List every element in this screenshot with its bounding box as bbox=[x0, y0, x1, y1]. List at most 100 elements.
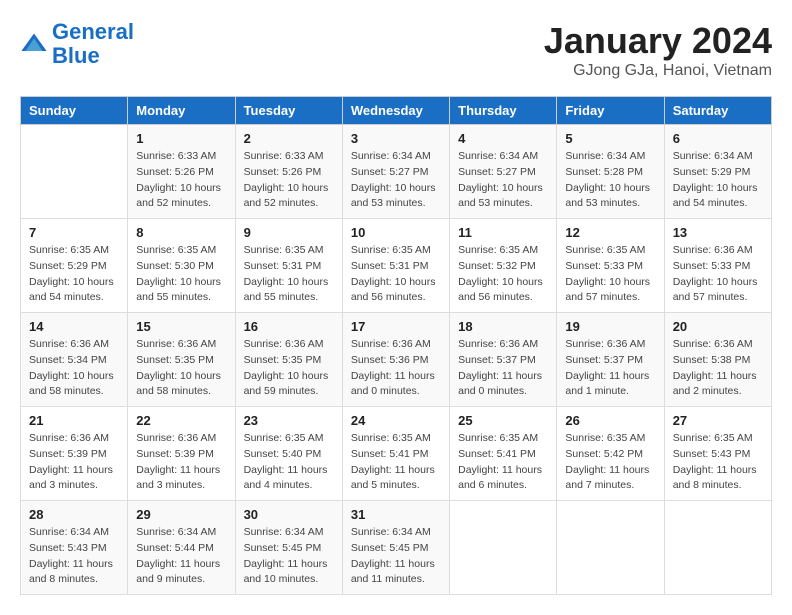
day-number: 12 bbox=[565, 225, 655, 240]
day-info: Sunrise: 6:34 AMSunset: 5:27 PMDaylight:… bbox=[458, 149, 548, 212]
calendar-table: Sunday Monday Tuesday Wednesday Thursday… bbox=[20, 96, 772, 595]
calendar-cell: 2 Sunrise: 6:33 AMSunset: 5:26 PMDayligh… bbox=[235, 125, 342, 219]
day-number: 16 bbox=[244, 319, 334, 334]
calendar-cell: 18 Sunrise: 6:36 AMSunset: 5:37 PMDaylig… bbox=[450, 313, 557, 407]
day-info: Sunrise: 6:34 AMSunset: 5:27 PMDaylight:… bbox=[351, 149, 441, 212]
header-monday: Monday bbox=[128, 97, 235, 125]
calendar-cell: 26 Sunrise: 6:35 AMSunset: 5:42 PMDaylig… bbox=[557, 407, 664, 501]
logo-icon bbox=[20, 30, 48, 58]
day-info: Sunrise: 6:34 AMSunset: 5:28 PMDaylight:… bbox=[565, 149, 655, 212]
calendar-week-row: 1 Sunrise: 6:33 AMSunset: 5:26 PMDayligh… bbox=[21, 125, 772, 219]
calendar-cell bbox=[557, 501, 664, 595]
calendar-cell: 15 Sunrise: 6:36 AMSunset: 5:35 PMDaylig… bbox=[128, 313, 235, 407]
page-header: General Blue January 2024 GJong GJa, Han… bbox=[20, 20, 772, 80]
day-number: 17 bbox=[351, 319, 441, 334]
day-number: 5 bbox=[565, 131, 655, 146]
calendar-cell bbox=[21, 125, 128, 219]
calendar-subtitle: GJong GJa, Hanoi, Vietnam bbox=[544, 62, 772, 80]
day-number: 4 bbox=[458, 131, 548, 146]
day-info: Sunrise: 6:35 AMSunset: 5:30 PMDaylight:… bbox=[136, 243, 226, 306]
calendar-week-row: 14 Sunrise: 6:36 AMSunset: 5:34 PMDaylig… bbox=[21, 313, 772, 407]
calendar-title: January 2024 bbox=[544, 20, 772, 62]
header-thursday: Thursday bbox=[450, 97, 557, 125]
day-number: 15 bbox=[136, 319, 226, 334]
day-info: Sunrise: 6:33 AMSunset: 5:26 PMDaylight:… bbox=[244, 149, 334, 212]
day-info: Sunrise: 6:34 AMSunset: 5:44 PMDaylight:… bbox=[136, 525, 226, 588]
logo: General Blue bbox=[20, 20, 134, 68]
calendar-cell: 24 Sunrise: 6:35 AMSunset: 5:41 PMDaylig… bbox=[342, 407, 449, 501]
calendar-cell: 25 Sunrise: 6:35 AMSunset: 5:41 PMDaylig… bbox=[450, 407, 557, 501]
day-number: 14 bbox=[29, 319, 119, 334]
day-info: Sunrise: 6:36 AMSunset: 5:38 PMDaylight:… bbox=[673, 337, 763, 400]
calendar-cell: 12 Sunrise: 6:35 AMSunset: 5:33 PMDaylig… bbox=[557, 219, 664, 313]
calendar-cell: 10 Sunrise: 6:35 AMSunset: 5:31 PMDaylig… bbox=[342, 219, 449, 313]
day-number: 6 bbox=[673, 131, 763, 146]
calendar-cell: 1 Sunrise: 6:33 AMSunset: 5:26 PMDayligh… bbox=[128, 125, 235, 219]
day-number: 10 bbox=[351, 225, 441, 240]
calendar-cell: 13 Sunrise: 6:36 AMSunset: 5:33 PMDaylig… bbox=[664, 219, 771, 313]
header-tuesday: Tuesday bbox=[235, 97, 342, 125]
day-number: 11 bbox=[458, 225, 548, 240]
calendar-cell: 9 Sunrise: 6:35 AMSunset: 5:31 PMDayligh… bbox=[235, 219, 342, 313]
header-saturday: Saturday bbox=[664, 97, 771, 125]
calendar-cell: 28 Sunrise: 6:34 AMSunset: 5:43 PMDaylig… bbox=[21, 501, 128, 595]
day-number: 30 bbox=[244, 507, 334, 522]
day-info: Sunrise: 6:35 AMSunset: 5:41 PMDaylight:… bbox=[351, 431, 441, 494]
day-number: 25 bbox=[458, 413, 548, 428]
day-number: 24 bbox=[351, 413, 441, 428]
calendar-cell bbox=[664, 501, 771, 595]
day-info: Sunrise: 6:35 AMSunset: 5:33 PMDaylight:… bbox=[565, 243, 655, 306]
day-info: Sunrise: 6:36 AMSunset: 5:35 PMDaylight:… bbox=[136, 337, 226, 400]
day-info: Sunrise: 6:34 AMSunset: 5:29 PMDaylight:… bbox=[673, 149, 763, 212]
day-info: Sunrise: 6:35 AMSunset: 5:43 PMDaylight:… bbox=[673, 431, 763, 494]
calendar-cell: 4 Sunrise: 6:34 AMSunset: 5:27 PMDayligh… bbox=[450, 125, 557, 219]
day-number: 9 bbox=[244, 225, 334, 240]
day-number: 31 bbox=[351, 507, 441, 522]
logo-text: General Blue bbox=[52, 20, 134, 68]
calendar-cell: 30 Sunrise: 6:34 AMSunset: 5:45 PMDaylig… bbox=[235, 501, 342, 595]
calendar-cell: 21 Sunrise: 6:36 AMSunset: 5:39 PMDaylig… bbox=[21, 407, 128, 501]
day-number: 23 bbox=[244, 413, 334, 428]
calendar-cell: 17 Sunrise: 6:36 AMSunset: 5:36 PMDaylig… bbox=[342, 313, 449, 407]
header-friday: Friday bbox=[557, 97, 664, 125]
day-info: Sunrise: 6:36 AMSunset: 5:33 PMDaylight:… bbox=[673, 243, 763, 306]
day-number: 13 bbox=[673, 225, 763, 240]
day-number: 28 bbox=[29, 507, 119, 522]
day-info: Sunrise: 6:36 AMSunset: 5:39 PMDaylight:… bbox=[136, 431, 226, 494]
day-number: 26 bbox=[565, 413, 655, 428]
calendar-cell: 16 Sunrise: 6:36 AMSunset: 5:35 PMDaylig… bbox=[235, 313, 342, 407]
calendar-week-row: 7 Sunrise: 6:35 AMSunset: 5:29 PMDayligh… bbox=[21, 219, 772, 313]
calendar-cell: 3 Sunrise: 6:34 AMSunset: 5:27 PMDayligh… bbox=[342, 125, 449, 219]
day-info: Sunrise: 6:35 AMSunset: 5:29 PMDaylight:… bbox=[29, 243, 119, 306]
day-info: Sunrise: 6:33 AMSunset: 5:26 PMDaylight:… bbox=[136, 149, 226, 212]
day-number: 21 bbox=[29, 413, 119, 428]
title-block: January 2024 GJong GJa, Hanoi, Vietnam bbox=[544, 20, 772, 80]
day-info: Sunrise: 6:35 AMSunset: 5:32 PMDaylight:… bbox=[458, 243, 548, 306]
day-number: 8 bbox=[136, 225, 226, 240]
day-number: 22 bbox=[136, 413, 226, 428]
day-info: Sunrise: 6:34 AMSunset: 5:45 PMDaylight:… bbox=[351, 525, 441, 588]
calendar-cell: 29 Sunrise: 6:34 AMSunset: 5:44 PMDaylig… bbox=[128, 501, 235, 595]
calendar-cell: 22 Sunrise: 6:36 AMSunset: 5:39 PMDaylig… bbox=[128, 407, 235, 501]
day-info: Sunrise: 6:35 AMSunset: 5:42 PMDaylight:… bbox=[565, 431, 655, 494]
calendar-cell: 27 Sunrise: 6:35 AMSunset: 5:43 PMDaylig… bbox=[664, 407, 771, 501]
day-info: Sunrise: 6:34 AMSunset: 5:43 PMDaylight:… bbox=[29, 525, 119, 588]
day-info: Sunrise: 6:35 AMSunset: 5:40 PMDaylight:… bbox=[244, 431, 334, 494]
calendar-cell: 6 Sunrise: 6:34 AMSunset: 5:29 PMDayligh… bbox=[664, 125, 771, 219]
calendar-cell: 8 Sunrise: 6:35 AMSunset: 5:30 PMDayligh… bbox=[128, 219, 235, 313]
header-row: Sunday Monday Tuesday Wednesday Thursday… bbox=[21, 97, 772, 125]
day-info: Sunrise: 6:34 AMSunset: 5:45 PMDaylight:… bbox=[244, 525, 334, 588]
calendar-cell: 14 Sunrise: 6:36 AMSunset: 5:34 PMDaylig… bbox=[21, 313, 128, 407]
day-number: 7 bbox=[29, 225, 119, 240]
day-info: Sunrise: 6:36 AMSunset: 5:35 PMDaylight:… bbox=[244, 337, 334, 400]
day-number: 19 bbox=[565, 319, 655, 334]
header-wednesday: Wednesday bbox=[342, 97, 449, 125]
day-info: Sunrise: 6:36 AMSunset: 5:34 PMDaylight:… bbox=[29, 337, 119, 400]
calendar-week-row: 21 Sunrise: 6:36 AMSunset: 5:39 PMDaylig… bbox=[21, 407, 772, 501]
day-number: 2 bbox=[244, 131, 334, 146]
day-number: 27 bbox=[673, 413, 763, 428]
day-number: 29 bbox=[136, 507, 226, 522]
day-info: Sunrise: 6:36 AMSunset: 5:37 PMDaylight:… bbox=[458, 337, 548, 400]
header-sunday: Sunday bbox=[21, 97, 128, 125]
day-info: Sunrise: 6:36 AMSunset: 5:39 PMDaylight:… bbox=[29, 431, 119, 494]
